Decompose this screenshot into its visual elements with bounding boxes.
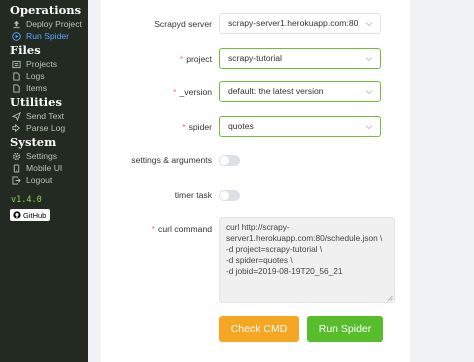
mobile-icon [12,163,21,173]
chevron-down-icon [365,57,373,62]
chevron-down-icon [365,125,373,130]
folder-icon [12,60,21,69]
document-icon [12,71,21,81]
spider-label-text: spider [188,122,212,132]
curl-line: server1.herokuapp.com:80/schedule.json \ [226,233,383,244]
sidebar-item-label: Parse Log [26,123,66,133]
run-spider-form: Scrapyd server scrapy-server1.herokuapp.… [101,0,410,362]
sidebar-item-parse-log[interactable]: Parse Log [0,122,88,134]
sidebar-section-system: System [10,135,57,149]
curl-line: -d project=scrapy-tutorial \ [226,244,323,255]
document-icon [12,83,21,93]
required-asterisk: * [151,224,156,234]
version-select-value: default: the latest version [228,86,324,96]
curl-command-label: * curl command [152,224,212,234]
sidebar-item-label: Logs [26,71,45,81]
server-label-text: Scrapyd server [154,19,212,29]
sidebar-section-utilities: Utilities [10,95,62,109]
project-select[interactable]: scrapy-tutorial [219,48,381,69]
logout-icon [12,175,21,185]
chevron-down-icon [365,90,373,95]
sidebar-item-deploy-project[interactable]: Deploy Project [0,18,88,30]
sidebar-item-label: Items [26,83,48,93]
curl-line: -d spider=quotes \ [226,255,293,266]
github-icon [13,211,21,219]
chevron-down-icon [365,22,373,27]
curl-command-label-text: curl command [158,224,212,234]
version-label: * _version [173,87,212,97]
sidebar-section-operations: Operations [10,3,82,17]
send-icon [12,111,21,121]
version-label-text: _version [179,87,212,97]
gear-icon [12,152,21,161]
sidebar-item-label: Mobile UI [26,163,63,173]
curl-line: -d jobid=2019-08-19T20_56_21 [226,266,343,277]
sidebar-item-logout[interactable]: Logout [0,174,88,186]
github-badge[interactable]: GitHub [10,209,51,221]
toggle-knob [220,156,229,165]
upload-icon [12,20,21,29]
sidebar-item-label: Send Text [26,111,65,121]
sidebar-item-label: Settings [26,151,58,161]
version-link[interactable]: v1.4.0 [0,194,88,206]
curl-command-textarea[interactable]: curl http://scrapy- server1.herokuapp.co… [219,217,395,303]
sidebar-item-send-text[interactable]: Send Text [0,110,88,122]
timer-task-label: timer task [174,190,212,200]
sidebar-item-settings[interactable]: Settings [0,150,88,162]
sidebar-item-logs[interactable]: Logs [0,70,88,82]
sidebar-item-label: Projects [26,59,58,69]
play-icon [12,31,21,41]
required-asterisk: * [182,122,186,132]
github-label: GitHub [23,210,47,220]
server-select-value: scrapy-server1.herokuapp.com:80 [228,18,359,28]
sidebar-item-items[interactable]: Items [0,82,88,94]
project-label-text: project [186,54,212,64]
settings-arguments-label: settings & arguments [131,155,212,165]
version-select[interactable]: default: the latest version [219,81,381,102]
toggle-knob [220,191,229,200]
server-label: Scrapyd server [154,19,212,29]
sidebar-item-label: Run Spider [26,31,69,41]
sidebar-item-label: Logout [26,175,53,185]
required-asterisk: * [173,87,177,97]
sidebar-item-run-spider[interactable]: Run Spider [0,30,88,42]
settings-arguments-toggle[interactable] [219,155,240,166]
spider-select[interactable]: quotes [219,116,381,137]
curl-line: curl http://scrapy- [226,222,290,232]
parse-icon [12,123,21,133]
spider-select-value: quotes [228,121,254,131]
resize-grip-icon[interactable] [387,295,393,301]
sidebar-item-projects[interactable]: Projects [0,58,88,70]
project-label: * project [180,54,212,64]
required-asterisk: * [179,54,184,64]
sidebar-section-files: Files [10,43,41,57]
spider-label: * spider [182,122,212,132]
check-cmd-button[interactable]: Check CMD [219,316,299,342]
sidebar: Operations Deploy Project Run Spider Fil… [0,0,88,362]
project-select-value: scrapy-tutorial [228,53,282,63]
server-select[interactable]: scrapy-server1.herokuapp.com:80 [219,13,381,34]
sidebar-item-label: Deploy Project [26,19,82,29]
timer-task-toggle[interactable] [219,190,240,201]
run-spider-button[interactable]: Run Spider [307,316,383,342]
sidebar-item-mobile-ui[interactable]: Mobile UI [0,162,88,174]
